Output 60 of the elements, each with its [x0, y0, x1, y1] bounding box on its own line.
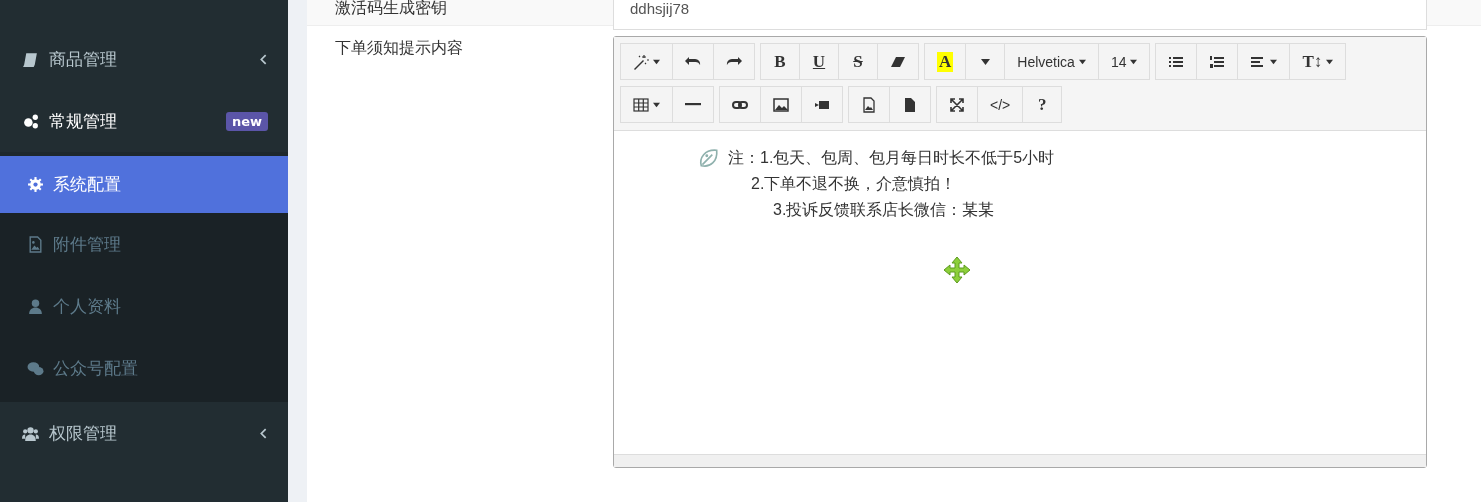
menu-label: 权限管理 — [49, 421, 118, 445]
imgfile-icon — [861, 96, 877, 113]
image-file-icon — [27, 235, 44, 253]
toolbar-button[interactable] — [760, 86, 802, 123]
toolbar-button[interactable]: U — [799, 43, 839, 80]
toolbar-button[interactable]: ? — [1022, 86, 1063, 123]
toolbar-button[interactable]: B — [760, 43, 800, 80]
menu-label: 附件管理 — [53, 232, 121, 256]
sidebar-item[interactable]: 权限管理 — [0, 402, 288, 464]
toolbar-button[interactable] — [848, 86, 890, 123]
toolbar-button[interactable] — [877, 43, 919, 80]
menu-label: 个人资料 — [53, 294, 121, 318]
users-icon — [22, 424, 39, 442]
table-icon — [633, 96, 649, 113]
toolbar-button[interactable] — [672, 43, 714, 80]
fullscreen-icon — [949, 96, 965, 113]
editor-content-area[interactable]: 注：1.包天、包周、包月每日时长不低于5小时 2.下单不退不换，介意慎拍！ 3.投诉反馈联系店长微信：某某 — [614, 131, 1426, 454]
toolbar-button[interactable]: 14 — [1097, 43, 1151, 80]
hr-icon — [685, 103, 701, 106]
menu-label: 常规管理 — [49, 109, 118, 133]
toolbar-button[interactable]: </> — [977, 86, 1024, 123]
field-label: 激活码生成密钥 — [335, 0, 448, 19]
move-cursor-icon — [943, 256, 971, 284]
caret-icon — [980, 58, 990, 65]
toolbar-button[interactable]: A — [924, 43, 967, 80]
toolbar-button[interactable] — [1196, 43, 1239, 80]
sidebar-item[interactable]: 商品管理 — [0, 28, 288, 90]
submenu-item[interactable]: 公众号配置 — [0, 337, 288, 399]
toolbar-button[interactable]: T↕ — [1289, 43, 1347, 80]
notice-text: 注：1.包天、包周、包月每日时长不低于5小时 — [728, 148, 1055, 168]
menu-label: 商品管理 — [49, 47, 118, 71]
toolbar-button[interactable] — [889, 86, 931, 123]
menu-label: 公众号配置 — [53, 356, 138, 380]
toolbar-button[interactable]: Helvetica — [1004, 43, 1099, 80]
toolbar-button[interactable] — [713, 43, 755, 80]
field-label: 下单须知提示内容 — [335, 37, 464, 59]
submenu-item[interactable]: 附件管理 — [0, 213, 288, 275]
user-icon — [27, 297, 44, 315]
toolbar-button[interactable] — [1155, 43, 1198, 80]
input-field[interactable]: ddhsjij78 — [613, 0, 1427, 30]
magic-icon — [633, 53, 649, 70]
toolbar-button[interactable]: S — [838, 43, 878, 80]
menu-label: 系统配置 — [53, 173, 121, 196]
toolbar-button[interactable] — [1237, 43, 1291, 80]
submenu-item[interactable]: 系统配置 — [0, 156, 288, 213]
notice-text: 3.投诉反馈联系店长微信：某某 — [773, 200, 995, 220]
file-icon — [902, 96, 918, 113]
toolbar-button[interactable] — [719, 86, 761, 123]
submenu-item[interactable]: 个人资料 — [0, 275, 288, 337]
new-badge: new — [225, 111, 268, 131]
ol-icon — [1209, 53, 1226, 70]
notice-text: 2.下单不退不换，介意慎拍！ — [751, 174, 957, 194]
gear-icon — [27, 176, 44, 193]
toolbar-button[interactable] — [936, 86, 978, 123]
toolbar-button[interactable] — [672, 86, 714, 123]
toolbar-button[interactable] — [801, 86, 843, 123]
chat-bubbles-icon — [27, 359, 44, 377]
toolbar-button[interactable] — [620, 86, 673, 123]
picture-icon — [773, 96, 789, 113]
leaf-icon — [698, 147, 720, 169]
